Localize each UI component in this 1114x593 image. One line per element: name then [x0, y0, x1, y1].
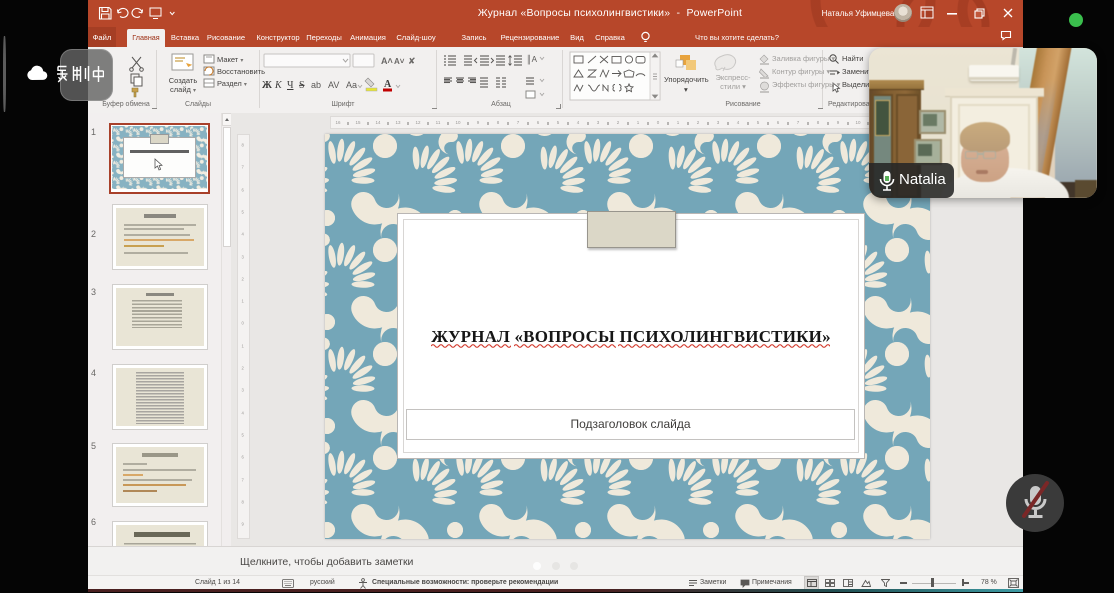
svg-text:Ч: Ч — [287, 80, 294, 91]
svg-text:К: К — [274, 80, 283, 91]
svg-text:А˅: А˅ — [394, 57, 405, 66]
svg-text:Aa: Aa — [346, 80, 357, 90]
svg-text:А˄: А˄ — [381, 56, 393, 66]
svg-text:S: S — [299, 80, 305, 91]
svg-text:║A: ║A — [526, 54, 538, 65]
svg-text:Ж: Ж — [262, 80, 272, 91]
svg-text:AV: AV — [328, 80, 339, 90]
svg-text:ab: ab — [311, 80, 321, 90]
svg-text:✘: ✘ — [408, 56, 416, 66]
svg-text:А: А — [384, 79, 392, 90]
